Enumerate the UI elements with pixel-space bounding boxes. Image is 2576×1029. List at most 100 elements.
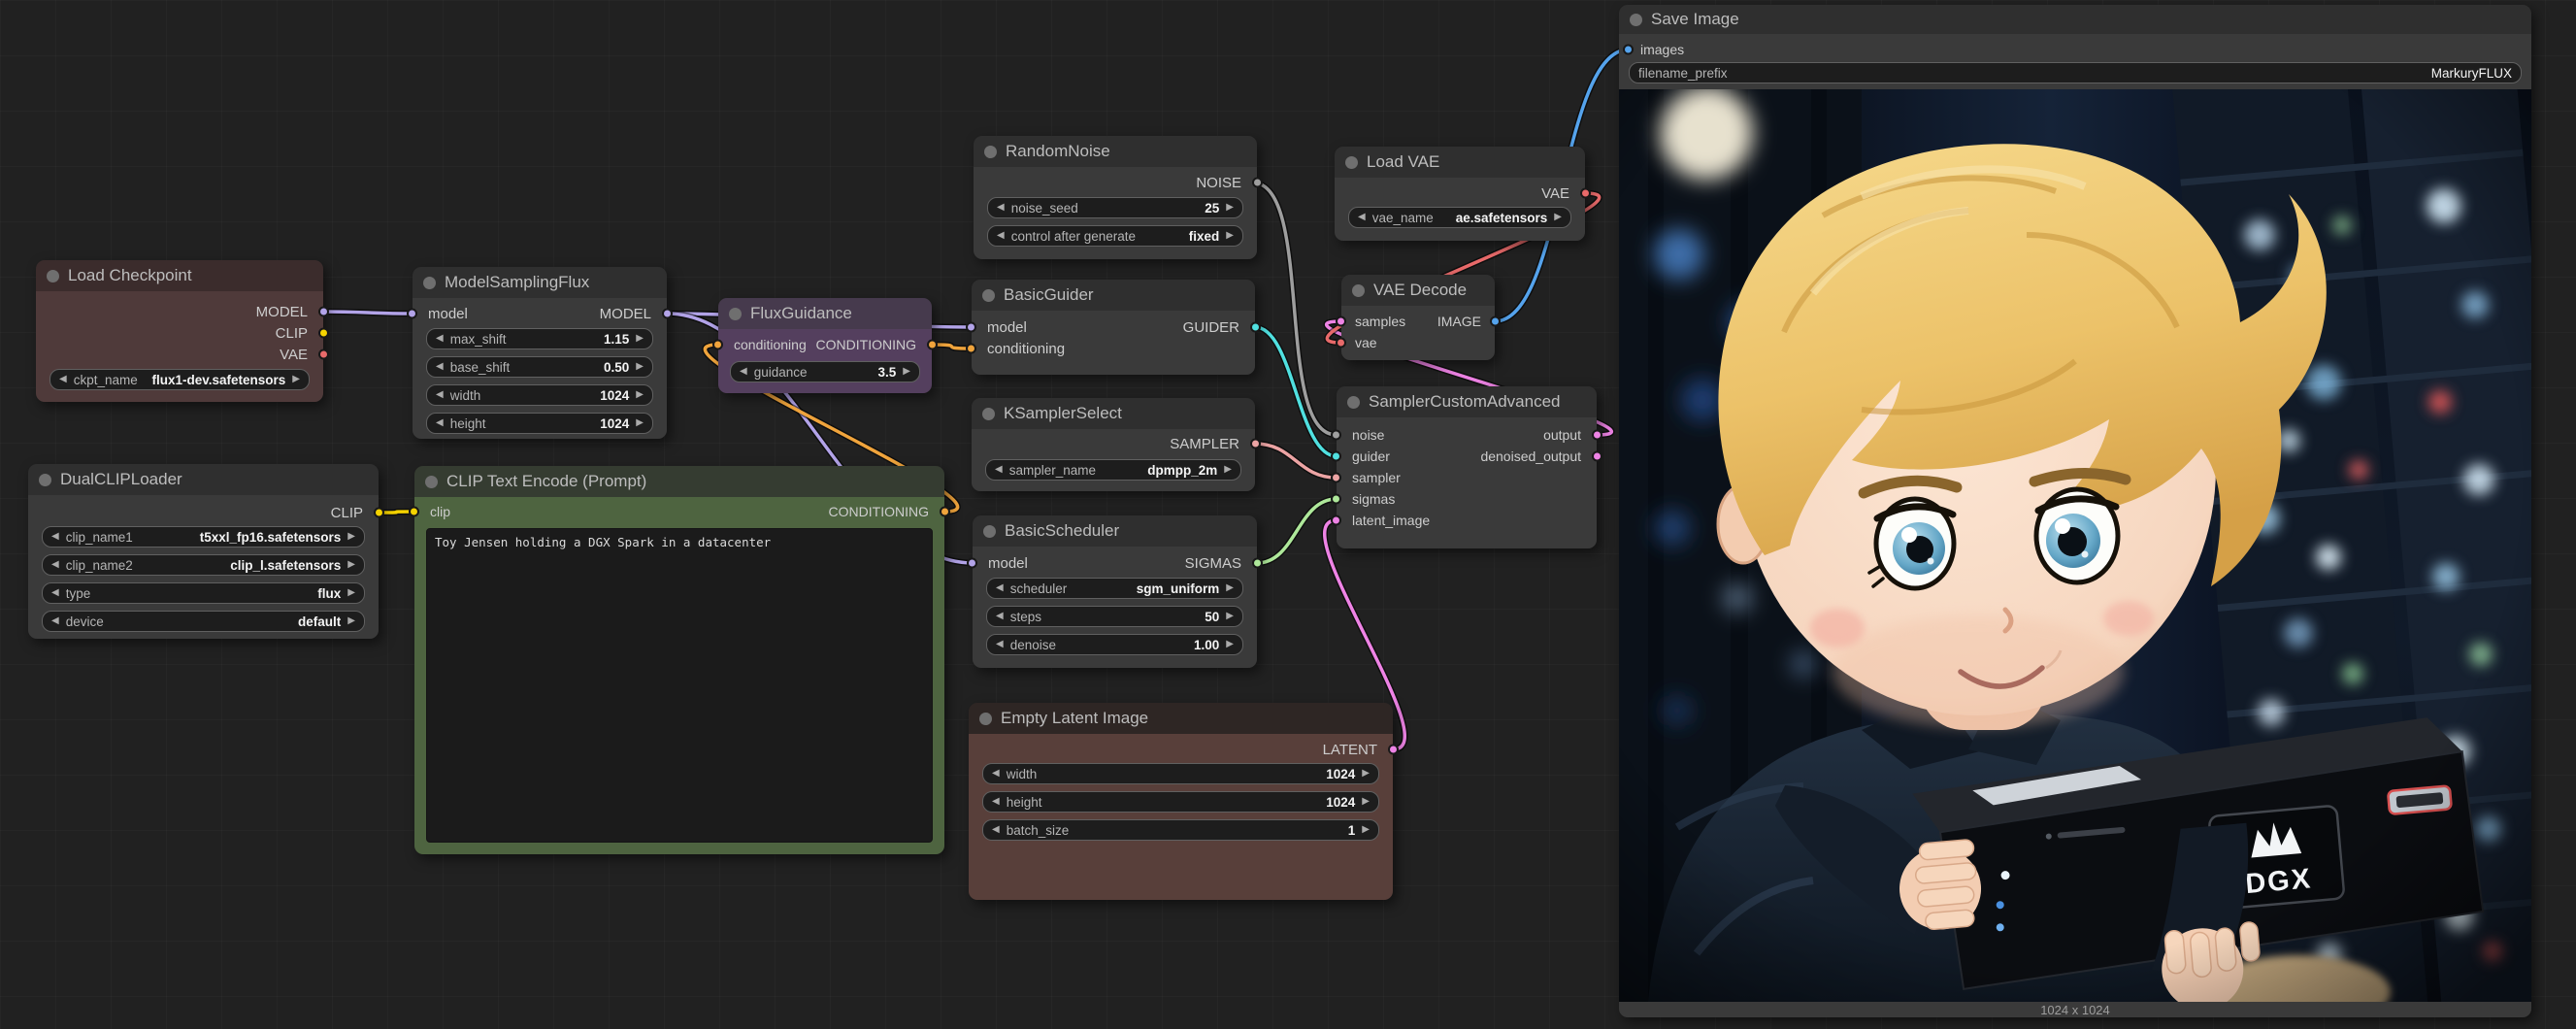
node-title-bar[interactable]: RandomNoise: [974, 136, 1257, 167]
widget-noise-seed[interactable]: ◀noise_seed25▶: [987, 197, 1243, 218]
widget-next-icon[interactable]: ▶: [1554, 213, 1562, 222]
widget-sampler-name[interactable]: ◀sampler_namedpmpp_2m▶: [985, 459, 1241, 481]
widget-prev-icon[interactable]: ◀: [436, 390, 444, 400]
widget-next-icon[interactable]: ▶: [347, 560, 355, 570]
widget-next-icon[interactable]: ▶: [1362, 797, 1370, 807]
collapse-dot-icon[interactable]: [423, 277, 436, 289]
port-noise-in[interactable]: [1331, 430, 1341, 441]
graph-canvas[interactable]: Load Checkpoint MODEL CLIP VAE ◀ckpt_nam…: [0, 0, 2576, 1029]
node-clip-text-encode[interactable]: CLIP Text Encode (Prompt) clipCONDITIONI…: [414, 466, 944, 854]
widget-width[interactable]: ◀width1024▶: [426, 384, 653, 406]
widget-prev-icon[interactable]: ◀: [992, 825, 1000, 835]
node-title-bar[interactable]: Load VAE: [1335, 147, 1585, 178]
widget-next-icon[interactable]: ▶: [1226, 203, 1234, 213]
node-vae-decode[interactable]: VAE Decode samplesIMAGE vae: [1341, 275, 1495, 360]
port-images-in[interactable]: [1623, 45, 1634, 55]
port-model-in[interactable]: [967, 558, 977, 569]
port-noise-out[interactable]: [1252, 178, 1263, 188]
port-conditioning-in[interactable]: [966, 344, 976, 354]
node-basic-scheduler[interactable]: BasicScheduler modelSIGMAS ◀schedulersgm…: [973, 515, 1257, 668]
port-clip-out[interactable]: [374, 508, 384, 518]
node-title-bar[interactable]: ModelSamplingFlux: [413, 267, 667, 298]
widget-control-after-generate[interactable]: ◀control after generatefixed▶: [987, 225, 1243, 247]
widget-prev-icon[interactable]: ◀: [997, 203, 1005, 213]
widget-next-icon[interactable]: ▶: [347, 588, 355, 598]
collapse-dot-icon[interactable]: [1347, 396, 1360, 409]
port-model-in[interactable]: [407, 309, 417, 319]
widget-height[interactable]: ◀height1024▶: [982, 791, 1379, 813]
widget-clip-name2[interactable]: ◀clip_name2clip_l.safetensors▶: [42, 554, 365, 576]
widget-next-icon[interactable]: ▶: [1226, 231, 1234, 241]
widget-prev-icon[interactable]: ◀: [992, 797, 1000, 807]
collapse-dot-icon[interactable]: [983, 525, 996, 538]
widget-next-icon[interactable]: ▶: [903, 367, 910, 377]
node-dual-clip-loader[interactable]: DualCLIPLoader CLIP ◀clip_name1t5xxl_fp1…: [28, 464, 379, 639]
widget-type[interactable]: ◀typeflux▶: [42, 582, 365, 604]
port-clip-in[interactable]: [409, 507, 419, 517]
node-load-checkpoint[interactable]: Load Checkpoint MODEL CLIP VAE ◀ckpt_nam…: [36, 260, 323, 402]
widget-prev-icon[interactable]: ◀: [436, 334, 444, 344]
collapse-dot-icon[interactable]: [1352, 284, 1365, 297]
port-sampler-out[interactable]: [1250, 439, 1261, 449]
widget-prev-icon[interactable]: ◀: [436, 418, 444, 428]
collapse-dot-icon[interactable]: [982, 289, 995, 302]
node-title-bar[interactable]: SamplerCustomAdvanced: [1337, 386, 1597, 417]
widget-prev-icon[interactable]: ◀: [51, 588, 59, 598]
widget-prev-icon[interactable]: ◀: [996, 583, 1004, 593]
widget-next-icon[interactable]: ▶: [347, 532, 355, 542]
node-empty-latent-image[interactable]: Empty Latent Image LATENT ◀width1024▶ ◀h…: [969, 703, 1393, 900]
collapse-dot-icon[interactable]: [425, 476, 438, 488]
widget-device[interactable]: ◀devicedefault▶: [42, 611, 365, 632]
node-title-bar[interactable]: DualCLIPLoader: [28, 464, 379, 495]
port-guider-in[interactable]: [1331, 451, 1341, 462]
widget-prev-icon[interactable]: ◀: [997, 231, 1005, 241]
collapse-dot-icon[interactable]: [979, 713, 992, 725]
widget-next-icon[interactable]: ▶: [636, 334, 644, 344]
widget-filename-prefix[interactable]: filename_prefixMarkuryFLUX: [1629, 62, 2522, 83]
widget-next-icon[interactable]: ▶: [292, 375, 300, 384]
node-title-bar[interactable]: VAE Decode: [1341, 275, 1495, 306]
port-samples-in[interactable]: [1336, 316, 1346, 327]
port-guider-out[interactable]: [1250, 322, 1261, 333]
node-save-image[interactable]: Save Image images filename_prefixMarkury…: [1619, 5, 2531, 1017]
node-basic-guider[interactable]: BasicGuider modelGUIDER conditioning: [972, 280, 1255, 375]
widget-prev-icon[interactable]: ◀: [59, 375, 67, 384]
port-sampler-in[interactable]: [1331, 473, 1341, 483]
port-conditioning-in[interactable]: [712, 340, 723, 350]
widget-next-icon[interactable]: ▶: [1362, 825, 1370, 835]
widget-denoise[interactable]: ◀denoise1.00▶: [986, 634, 1243, 655]
widget-height[interactable]: ◀height1024▶: [426, 413, 653, 434]
widget-next-icon[interactable]: ▶: [1362, 769, 1370, 779]
node-title-bar[interactable]: BasicScheduler: [973, 515, 1257, 547]
port-clip-out[interactable]: [318, 328, 329, 339]
collapse-dot-icon[interactable]: [1345, 156, 1358, 169]
widget-max-shift[interactable]: ◀max_shift1.15▶: [426, 328, 653, 349]
widget-next-icon[interactable]: ▶: [636, 418, 644, 428]
node-title-bar[interactable]: BasicGuider: [972, 280, 1255, 311]
widget-guidance[interactable]: ◀guidance3.5▶: [730, 361, 920, 382]
port-model-in[interactable]: [966, 322, 976, 333]
port-output-out[interactable]: [1592, 430, 1602, 441]
widget-prev-icon[interactable]: ◀: [992, 769, 1000, 779]
widget-prev-icon[interactable]: ◀: [996, 612, 1004, 621]
widget-next-icon[interactable]: ▶: [1226, 640, 1234, 649]
node-title-bar[interactable]: KSamplerSelect: [972, 398, 1255, 429]
collapse-dot-icon[interactable]: [39, 474, 51, 486]
widget-vae-name[interactable]: ◀vae_nameae.safetensors▶: [1348, 207, 1571, 228]
node-title-bar[interactable]: Empty Latent Image: [969, 703, 1393, 734]
port-model-out[interactable]: [662, 309, 673, 319]
widget-next-icon[interactable]: ▶: [1226, 612, 1234, 621]
node-sampler-custom-advanced[interactable]: SamplerCustomAdvanced noiseoutput guider…: [1337, 386, 1597, 548]
node-title-bar[interactable]: Load Checkpoint: [36, 260, 323, 291]
widget-ckpt-name[interactable]: ◀ckpt_nameflux1-dev.safetensors▶: [50, 369, 310, 390]
collapse-dot-icon[interactable]: [1630, 14, 1642, 26]
widget-width[interactable]: ◀width1024▶: [982, 763, 1379, 784]
collapse-dot-icon[interactable]: [982, 408, 995, 420]
port-model-out[interactable]: [318, 307, 329, 317]
widget-steps[interactable]: ◀steps50▶: [986, 606, 1243, 627]
widget-prev-icon[interactable]: ◀: [51, 560, 59, 570]
widget-prev-icon[interactable]: ◀: [1358, 213, 1366, 222]
node-flux-guidance[interactable]: FluxGuidance conditioningCONDITIONING ◀g…: [718, 298, 932, 393]
widget-batch-size[interactable]: ◀batch_size1▶: [982, 819, 1379, 841]
port-sigmas-in[interactable]: [1331, 494, 1341, 505]
